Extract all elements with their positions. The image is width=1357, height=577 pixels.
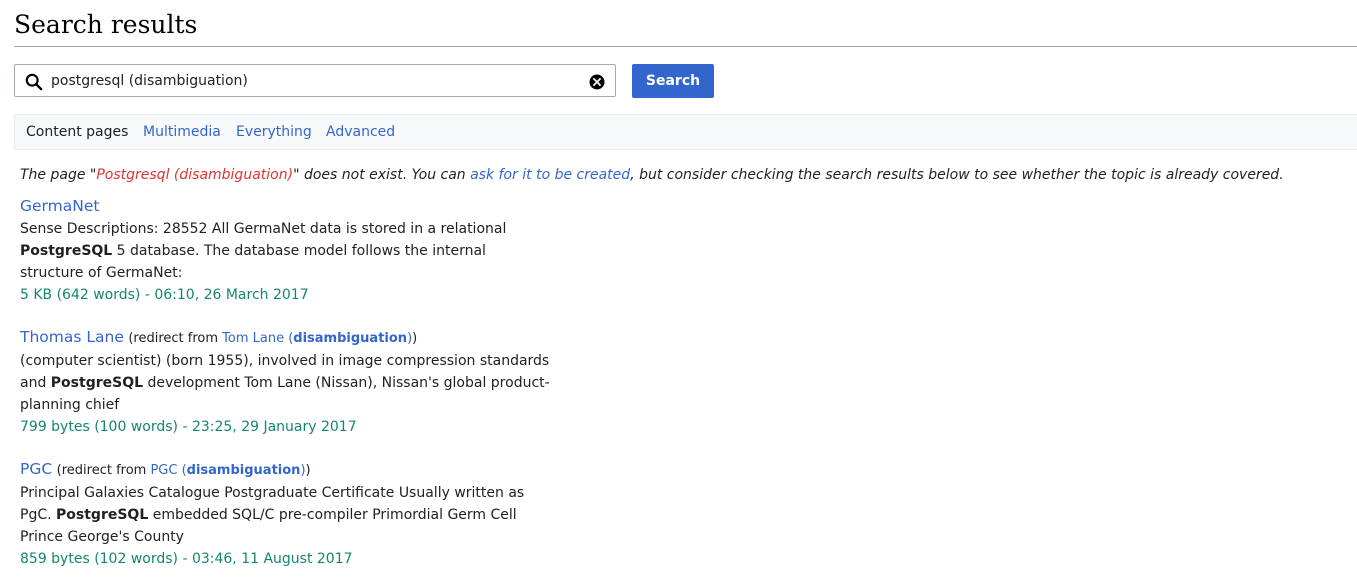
- result-snippet: (computer scientist) (born 1955), involv…: [20, 350, 550, 416]
- search-button[interactable]: Search: [632, 64, 714, 98]
- tab-content-pages: Content pages: [26, 124, 129, 140]
- redirect-link[interactable]: Tom Lane (disambiguation): [222, 331, 412, 346]
- redirect-highlight: disambiguation: [293, 331, 408, 346]
- redirect-note: (redirect from Tom Lane (disambiguation)…: [128, 331, 417, 346]
- redirect-page: Tom Lane (: [222, 331, 294, 346]
- create-page-link[interactable]: ask for it to be created: [470, 167, 630, 183]
- snippet-line: and PostgreSQL development Tom Lane (Nis…: [20, 372, 550, 394]
- notice-text: " does not exist. You can: [293, 167, 471, 183]
- redirect-paren: ): [305, 463, 311, 478]
- snippet-text: 5 database. The database model follows t…: [112, 243, 486, 259]
- snippet-highlight: PostgreSQL: [50, 375, 144, 391]
- title-divider: [14, 46, 1357, 47]
- search-icon: [25, 73, 43, 91]
- result-metadata: 859 bytes (102 words) - 03:46, 11 August…: [20, 551, 353, 567]
- result-title-link[interactable]: PGC: [20, 460, 52, 478]
- redirect-label: (redirect from: [56, 463, 151, 478]
- clear-icon[interactable]: [589, 74, 605, 90]
- result-snippet: Principal Galaxies Catalogue Postgraduat…: [20, 482, 524, 548]
- redirect-link[interactable]: PGC (disambiguation): [150, 463, 305, 478]
- result-title-link[interactable]: Thomas Lane: [20, 328, 124, 346]
- result-title-link[interactable]: GermaNet: [20, 197, 99, 215]
- snippet-line: Principal Galaxies Catalogue Postgraduat…: [20, 485, 525, 501]
- result-metadata: 5 KB (642 words) - 06:10, 26 March 2017: [20, 287, 309, 303]
- search-profile-tabs: Content pages Multimedia Everything Adva…: [14, 114, 1357, 150]
- tab-advanced[interactable]: Advanced: [326, 124, 395, 140]
- search-input[interactable]: [51, 70, 581, 92]
- result-snippet: Sense Descriptions: 28552 All GermaNet d…: [20, 218, 506, 284]
- snippet-highlight: PostgreSQL: [56, 507, 149, 523]
- redirect-note: (redirect from PGC (disambiguation)): [57, 463, 311, 478]
- tab-everything[interactable]: Everything: [236, 124, 312, 140]
- page-not-exist-notice: The page "Postgresql (disambiguation)" d…: [20, 167, 1284, 183]
- redirect-label: (redirect from: [128, 331, 223, 346]
- snippet-text: development Tom Lane (Nissan), Nissan's …: [143, 375, 550, 391]
- search-result: GermaNet Sense Descriptions: 28552 All G…: [20, 195, 506, 306]
- redirect-paren: ): [412, 331, 418, 346]
- redirect-highlight: disambiguation: [186, 463, 301, 478]
- tab-multimedia[interactable]: Multimedia: [143, 124, 221, 140]
- page-title: Search results: [14, 10, 198, 39]
- snippet-line: Sense Descriptions: 28552 All GermaNet d…: [20, 221, 507, 237]
- snippet-line: Prince George's County: [20, 529, 184, 545]
- snippet-line: PostgreSQL 5 database. The database mode…: [20, 240, 506, 262]
- search-result: PGC (redirect from PGC (disambiguation))…: [20, 458, 524, 570]
- search-box[interactable]: [14, 64, 616, 97]
- redirect-page: PGC (: [150, 463, 187, 478]
- snippet-highlight: PostgreSQL: [20, 243, 113, 259]
- snippet-line: PgC. PostgreSQL embedded SQL/C pre-compi…: [20, 504, 524, 526]
- missing-page-link[interactable]: Postgresql (disambiguation): [96, 167, 293, 183]
- snippet-line: structure of GermaNet:: [20, 265, 183, 281]
- notice-text: , but consider checking the search resul…: [630, 167, 1284, 183]
- notice-text: The page ": [20, 167, 97, 183]
- search-result: Thomas Lane (redirect from Tom Lane (dis…: [20, 326, 550, 438]
- snippet-text: PgC.: [20, 507, 57, 523]
- snippet-text: embedded SQL/C pre-compiler Primordial G…: [148, 507, 517, 523]
- snippet-line: planning chief: [20, 397, 120, 413]
- result-metadata: 799 bytes (100 words) - 23:25, 29 Januar…: [20, 419, 357, 435]
- snippet-text: and: [20, 375, 51, 391]
- snippet-line: (computer scientist) (born 1955), involv…: [20, 353, 550, 369]
